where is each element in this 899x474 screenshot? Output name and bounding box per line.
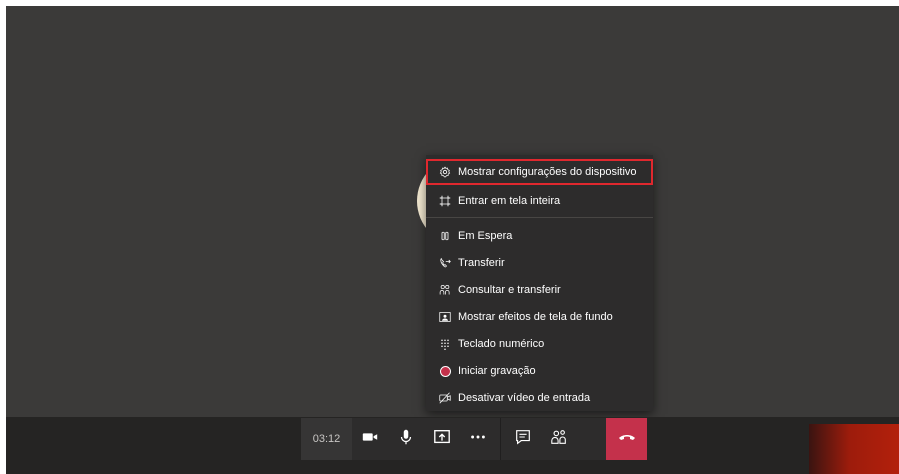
consult-transfer-icon xyxy=(438,283,452,297)
toolbar-divider xyxy=(500,418,501,460)
microphone-icon xyxy=(397,428,415,451)
call-timer: 03:12 xyxy=(301,418,352,460)
menu-item-label: Em Espera xyxy=(458,230,513,242)
menu-item-dialpad[interactable]: Teclado numérico xyxy=(426,331,653,357)
record-icon xyxy=(438,364,452,378)
menu-item-label: Teclado numérico xyxy=(458,338,545,350)
camera-icon xyxy=(361,428,379,451)
menu-item-hold[interactable]: Em Espera xyxy=(426,223,653,249)
menu-item-label: Entrar em tela inteira xyxy=(458,195,561,207)
menu-item-disable-incoming-video[interactable]: Desativar vídeo de entrada xyxy=(426,385,653,411)
hang-up-icon xyxy=(617,427,637,452)
background-effects-icon xyxy=(438,310,452,324)
menu-item-label: Mostrar configurações do dispositivo xyxy=(458,166,637,178)
menu-item-label: Consultar e transferir xyxy=(458,284,561,296)
video-stage: Mostrar configurações do dispositivo Ent… xyxy=(6,6,899,474)
menu-item-background-effects[interactable]: Mostrar efeitos de tela de fundo xyxy=(426,304,653,330)
menu-item-transfer[interactable]: Transferir xyxy=(426,250,653,276)
participants-icon xyxy=(550,428,568,451)
microphone-button[interactable] xyxy=(388,418,424,460)
more-options-icon xyxy=(469,428,487,451)
menu-item-label: Desativar vídeo de entrada xyxy=(458,392,591,404)
call-controls-toolbar: 03:12 xyxy=(301,418,647,460)
participants-button[interactable] xyxy=(541,418,577,460)
hang-up-button[interactable] xyxy=(606,418,647,460)
chat-icon xyxy=(514,428,532,451)
menu-item-label: Mostrar efeitos de tela de fundo xyxy=(458,311,613,323)
fullscreen-icon xyxy=(438,194,452,208)
menu-item-start-recording[interactable]: Iniciar gravação xyxy=(426,358,653,384)
more-options-menu: Mostrar configurações do dispositivo Ent… xyxy=(426,155,653,411)
gear-icon xyxy=(438,165,452,179)
share-screen-button[interactable] xyxy=(424,418,460,460)
menu-divider xyxy=(426,217,653,218)
share-screen-icon xyxy=(433,428,451,451)
menu-item-device-settings[interactable]: Mostrar configurações do dispositivo xyxy=(426,159,653,185)
chat-button[interactable] xyxy=(505,418,541,460)
camera-button[interactable] xyxy=(352,418,388,460)
self-video-preview xyxy=(809,424,899,474)
menu-item-fullscreen[interactable]: Entrar em tela inteira xyxy=(426,188,653,214)
video-off-icon xyxy=(438,391,452,405)
more-options-button[interactable] xyxy=(460,418,496,460)
dialpad-icon xyxy=(438,337,452,351)
menu-item-consult-transfer[interactable]: Consultar e transferir xyxy=(426,277,653,303)
menu-item-label: Iniciar gravação xyxy=(458,365,536,377)
menu-item-label: Transferir xyxy=(458,257,505,269)
pause-icon xyxy=(438,229,452,243)
transfer-call-icon xyxy=(438,256,452,270)
